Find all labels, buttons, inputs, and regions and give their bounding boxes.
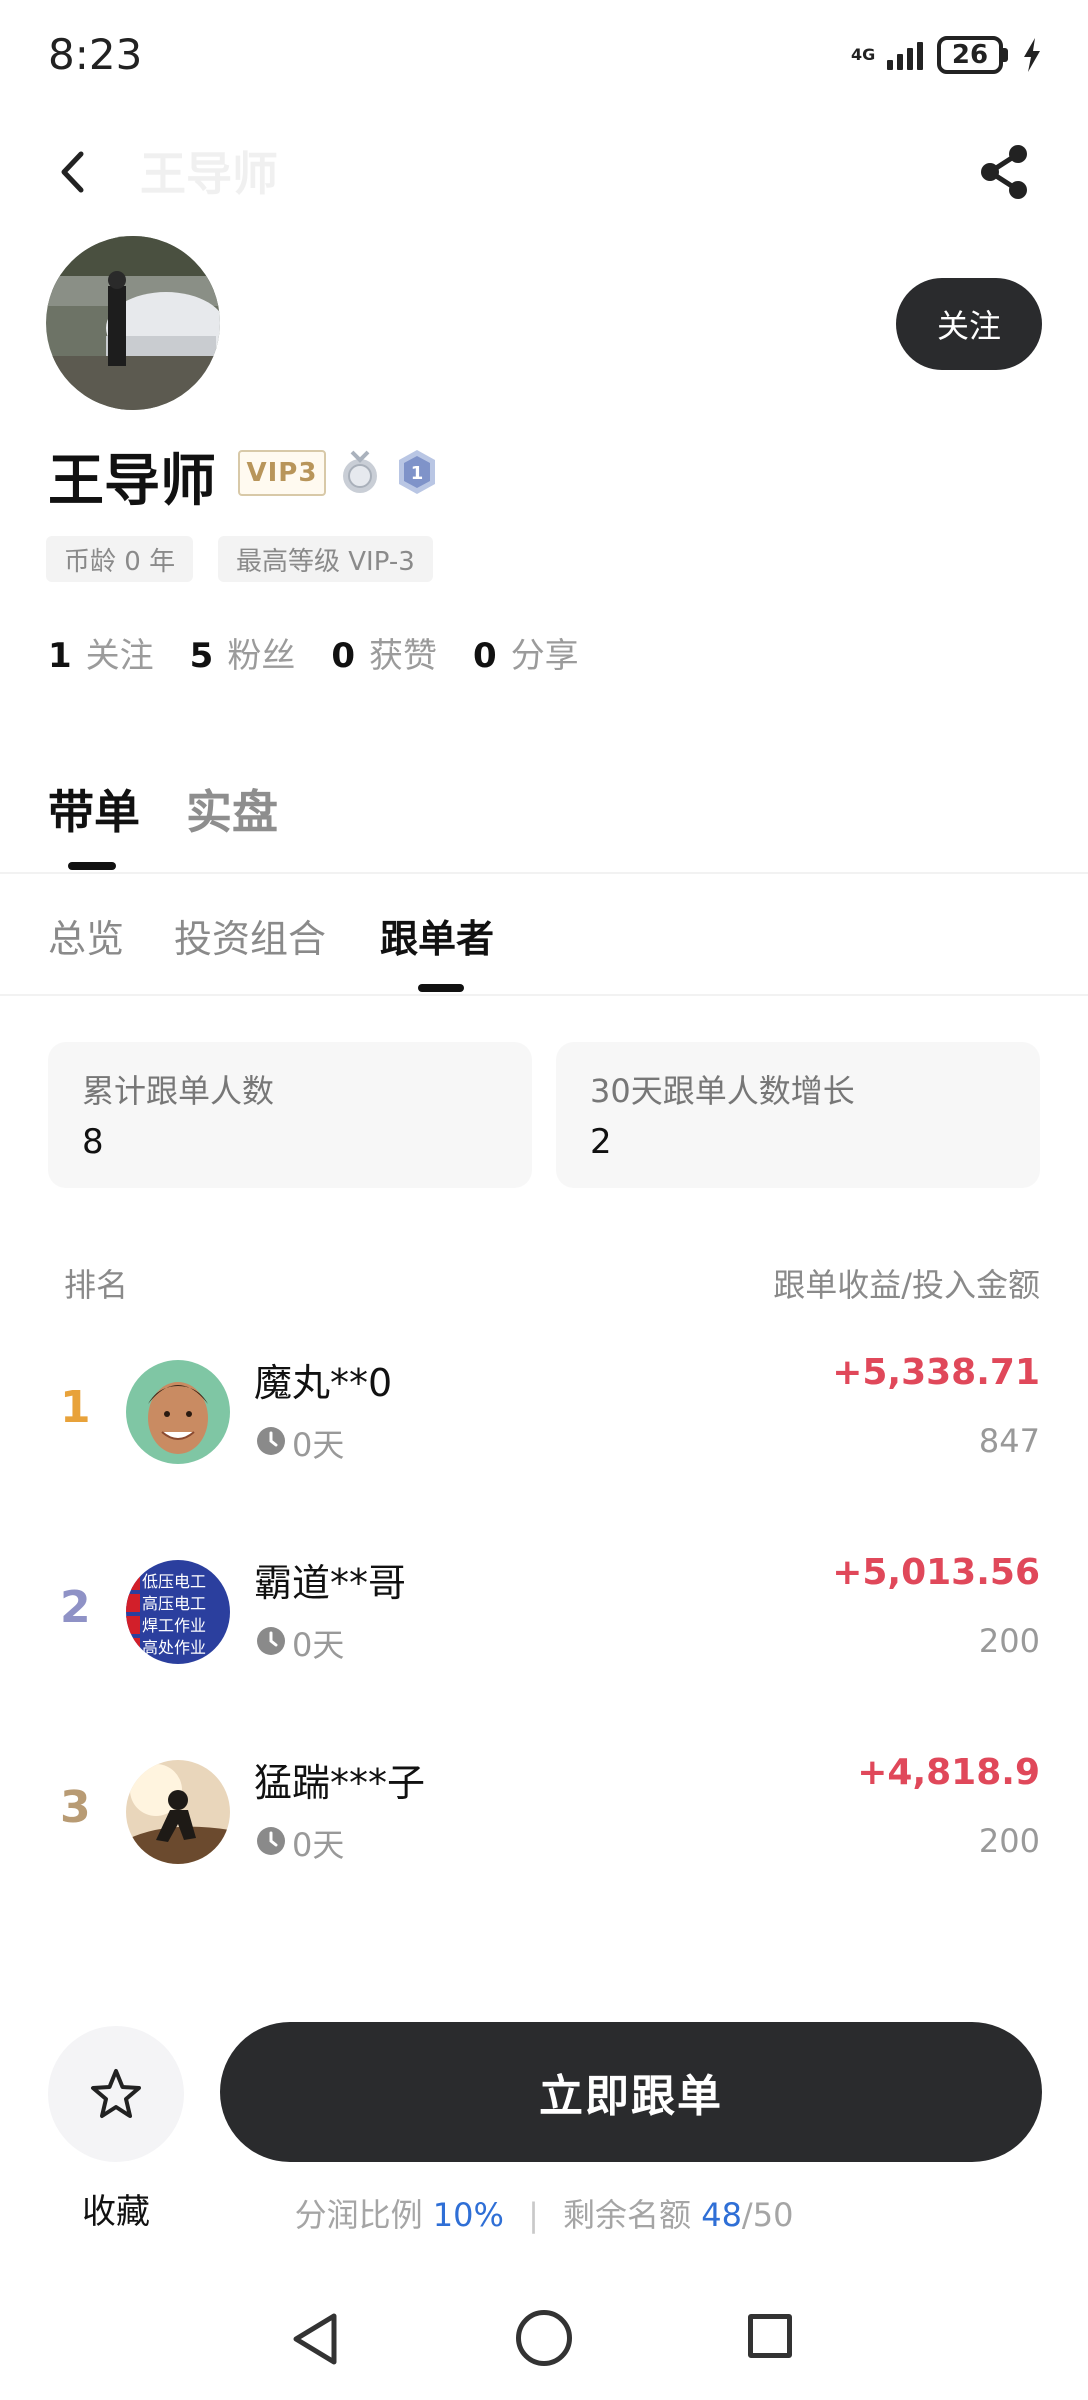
follow-trade-button[interactable]: 立即跟单 [220,2022,1042,2162]
total-followers-card: 累计跟单人数 8 [48,1042,532,1188]
share-ratio-label: 分润比例 [294,2196,423,2234]
avatar-text: 高压电工 [142,1594,206,1613]
level-badge-number: 1 [411,463,424,484]
clock-icon [257,1427,285,1455]
followers-growth-card: 30天跟单人数增长 2 [556,1042,1040,1188]
table-row[interactable]: 2 低压电工 高压电工 焊工作业 高处作业 霸道**哥 0天 +5,013.56… [0,1538,1088,1678]
hexagon-icon: 1 [399,450,435,494]
back-button[interactable] [44,140,100,204]
rank-number: 3 [60,1782,91,1833]
card-label: 30天跟单人数增长 [590,1072,855,1110]
favorite-button[interactable] [48,2026,184,2162]
stat-following-label[interactable]: 关注 [86,628,154,677]
charging-icon [1024,38,1040,72]
chevron-left-icon [61,151,84,193]
ranking-header-profit: 跟单收益/投入金额 [773,1266,1040,1304]
stat-following-count: 1 [48,636,72,676]
avatar-text: 高处作业 [142,1638,206,1657]
quota-label: 剩余名额 [563,2196,692,2234]
rank-number: 2 [60,1582,91,1633]
level-badge: 1 [396,448,438,496]
follow-profit: +5,338.71 [832,1352,1040,1393]
follower-name: 魔丸**0 [254,1361,393,1405]
tag-max-level: 最高等级 VIP-3 [218,536,433,582]
table-row[interactable]: 1 魔丸**0 0天 +5,338.71 847 [0,1338,1088,1478]
status-time: 8:23 [48,30,143,79]
tab-live-account[interactable]: 实盘 [186,776,278,842]
nav-recents-icon[interactable] [748,2314,792,2358]
stat-likes-count: 0 [331,636,356,676]
tab-portfolio[interactable]: 投资组合 [174,908,326,963]
follower-name: 猛踹***子 [254,1761,426,1805]
table-row[interactable]: 3 猛踹***子 0天 +4,818.9 200 [0,1738,1088,1878]
clock-icon [257,1627,285,1655]
avatar [126,1360,230,1464]
stat-followers-label[interactable]: 粉丝 [227,628,295,677]
stat-shares-count: 0 [473,636,497,676]
divider [0,994,1088,996]
stat-likes-label: 获赞 [369,636,438,676]
divider [0,872,1088,874]
quota-total: /50 [741,2196,794,2234]
card-label: 累计跟单人数 [82,1072,275,1110]
share-ratio-value: 10% [432,2196,504,2234]
avatar-text: 低压电工 [142,1572,206,1591]
invested-amount: 847 [978,1422,1040,1460]
nav-home-icon[interactable] [516,2310,572,2366]
star-icon [91,2069,141,2118]
follow-days: 0天 [292,1826,345,1864]
tab-followers[interactable]: 跟单者 [380,908,494,963]
nav-back-icon[interactable] [290,2312,342,2366]
stat-followers-count: 5 [189,636,214,676]
status-icons: 4G 26 [851,30,1042,80]
share-ratio-info: 分润比例 10% | 剩余名额 48/50 [0,2190,1088,2236]
battery-level: 26 [937,36,1003,74]
follow-days: 0天 [292,1626,345,1664]
follow-button[interactable]: 关注 [896,278,1042,370]
share-icon [981,145,1027,199]
stat-shares-label: 分享 [510,636,579,676]
card-value: 8 [82,1122,104,1162]
avatar-text: 焊工作业 [142,1616,206,1635]
profile-stats: 1 关注 5 粉丝 0 获赞 0 分享 [48,628,615,677]
follow-days: 0天 [292,1426,345,1464]
tab-lead-trading[interactable]: 带单 [48,776,140,842]
follower-name: 霸道**哥 [254,1561,407,1605]
separator: | [528,2196,539,2234]
invested-amount: 200 [978,1622,1040,1660]
silver-medal-icon [343,450,377,493]
invested-amount: 200 [978,1822,1040,1860]
avatar[interactable] [46,236,220,410]
avatar: 低压电工 高压电工 焊工作业 高处作业 [126,1560,230,1664]
tag-coin-age: 币龄 0 年 [46,536,194,582]
avatar [126,1760,230,1864]
main-tab-indicator [68,862,116,870]
header-title: 王导师 [140,147,278,201]
trader-name: 王导师 [48,449,216,514]
clock-icon [257,1827,285,1855]
rank-number: 1 [60,1382,91,1433]
card-value: 2 [590,1122,612,1162]
signal-icon [887,40,923,70]
sub-tab-indicator [418,984,464,992]
network-type: 4G [851,45,876,64]
follow-profit: +4,818.9 [857,1752,1040,1793]
follow-profit: +5,013.56 [832,1552,1040,1593]
share-button[interactable] [972,140,1036,204]
tab-overview[interactable]: 总览 [48,908,124,963]
ranking-header-rank: 排名 [64,1266,129,1304]
battery-icon: 26 [937,36,1008,74]
vip-badge: VIP3 [238,450,326,496]
quota-used: 48 [701,2196,742,2234]
